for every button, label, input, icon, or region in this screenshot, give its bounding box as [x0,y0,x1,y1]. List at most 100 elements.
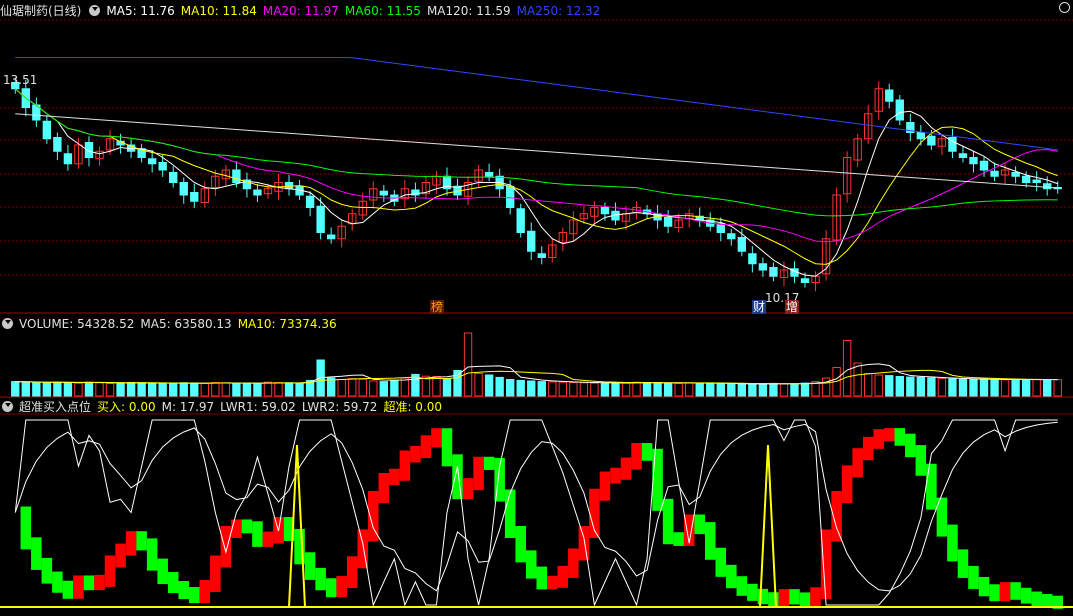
indicator-block [515,526,526,563]
indicator-block [778,589,790,607]
dropdown-icon[interactable] [89,5,101,16]
indicator-block [325,578,337,598]
candle-body [63,153,73,165]
volume-bar [453,370,462,397]
indicator-block [231,519,242,538]
candle-body [600,207,610,215]
indicator-block [1031,591,1042,607]
indicator-block [167,572,179,594]
volume-bar [200,382,209,397]
volume-bar [53,381,62,397]
indicator-block [631,443,642,470]
indicator-dropdown-icon[interactable] [2,401,13,412]
ma-legend-item: MA5: 11.76 [106,4,175,18]
volume-bar [274,382,283,397]
indicator-block [20,506,32,550]
volume-bar [969,379,978,397]
ma-legend-item: MA120: 11.59 [426,4,511,18]
volume-bar [916,376,926,397]
volume-bar [684,382,694,397]
candle-body [505,185,515,208]
indicator-block [410,446,421,463]
indicator-block [852,448,863,478]
indicator-block [146,538,158,571]
indicator-block [662,498,674,545]
volume-bar [474,373,483,397]
volume-bar [295,382,304,397]
candle-body [305,195,315,208]
indicator-m: M: 17.97 [161,400,215,414]
volume-dropdown-icon[interactable] [2,318,13,329]
volume-bar [748,383,757,397]
candle-body [190,192,199,202]
volume-bar [42,382,52,397]
volume-bar [853,362,862,397]
volume-bar [84,381,94,397]
indicator-block [999,582,1011,602]
volume-bar [769,382,778,397]
volume-bar [211,382,220,397]
indicator-block [841,465,853,504]
volume-bar [105,382,115,397]
price-header: 仙琚制药(日线) MA5: 11.76 MA10: 11.84 MA20: 11.97… [0,3,612,19]
tag-bang[interactable]: 榜 [430,300,445,314]
volume-bar [979,378,989,397]
volume-bar [284,382,294,397]
indicator-block [536,566,548,590]
indicator-block [1010,582,1021,600]
volume-bar [326,377,336,397]
stock-title: 仙琚制药(日线) [0,4,82,18]
indicator-block [978,576,990,597]
volume-bar [21,381,30,397]
candle-body [758,263,768,271]
indicator-block [83,575,95,591]
volume-bar [484,374,494,397]
indicator-block [441,428,453,467]
volume-bar [137,382,146,397]
volume-bar [927,377,936,397]
indicator-block [968,565,979,589]
volume-bar [537,381,546,397]
volume-bar [958,378,968,397]
volume-bar [505,379,515,397]
indicator-block [346,556,358,589]
volume-bar [1000,379,1010,397]
indicator-block [947,524,958,562]
volume-bar [548,381,557,397]
candle-body [1032,179,1041,183]
indicator-block [736,576,748,596]
indicator-block [115,543,126,568]
price-candles [11,77,1062,292]
volume-bar [190,382,199,397]
volume-bar [232,382,241,397]
volume-bar [1053,379,1062,397]
volume-bar [990,379,999,397]
window-control-icon[interactable] [1059,2,1070,13]
indicator-block [641,443,653,461]
candle-body [885,89,894,102]
indicator-plot [0,419,1073,609]
volume-bar [558,381,568,397]
volume-bar [695,382,704,397]
volume-bar [442,378,452,397]
candle-body [958,153,968,158]
volume-bar [169,383,178,397]
candle-body [158,162,167,171]
volume-bar [737,383,747,397]
volume-bar [864,373,873,397]
indicator-chaozhun: 超准: 0.00 [383,400,443,414]
kline-chart[interactable] [0,0,1073,616]
indicator-lwr1: LWR1: 59.02 [220,400,296,414]
candle-body [800,278,810,283]
ma-legend: MA5: 11.76 MA10: 11.84 MA20: 11.97 MA60: 11… [106,4,606,18]
indicator-block [873,429,884,449]
grid-lines [0,19,1073,415]
volume-bar [1021,379,1031,397]
tag-cai[interactable]: 财 [752,300,767,314]
volume-bar [674,382,683,397]
indicator-block [747,583,758,601]
tag-zeng[interactable]: 增 [785,300,800,314]
indicator-block [883,428,895,442]
volume-bar [663,382,673,397]
volume-bar [63,382,73,397]
